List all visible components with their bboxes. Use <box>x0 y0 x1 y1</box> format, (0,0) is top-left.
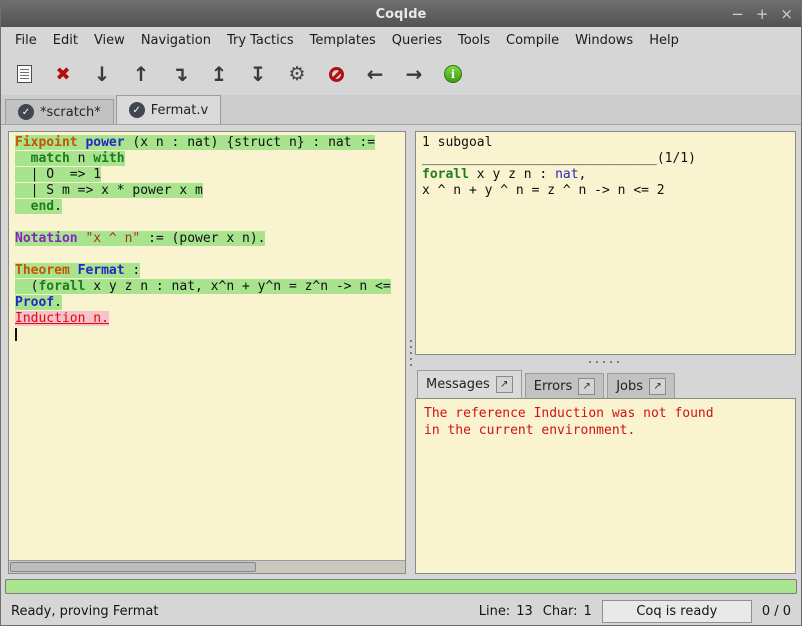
status-message: Ready, proving Fermat <box>11 604 469 619</box>
tab-messages-label: Messages <box>426 377 490 392</box>
coqide-window: CoqIde − + × File Edit View Navigation T… <box>0 0 802 626</box>
document-tab-bar: ✓ *scratch* ✓ Fermat.v <box>1 95 801 125</box>
menu-view[interactable]: View <box>86 30 133 51</box>
menu-compile[interactable]: Compile <box>498 30 567 51</box>
progress-bar <box>5 579 797 594</box>
tab-jobs[interactable]: Jobs ↗ <box>607 373 675 398</box>
detach-icon[interactable]: ↗ <box>649 378 666 395</box>
coq-status: Coq is ready <box>602 600 752 623</box>
close-document-button[interactable]: ✖ <box>48 58 78 90</box>
scrollbar-thumb[interactable] <box>10 562 256 572</box>
menu-file[interactable]: File <box>7 30 45 51</box>
tab-scratch[interactable]: ✓ *scratch* <box>5 99 114 124</box>
new-document-icon <box>17 65 32 83</box>
title-bar[interactable]: CoqIde − + × <box>1 1 801 27</box>
goals-view: 1 subgoal______________________________(… <box>415 131 796 355</box>
interrupt-button[interactable] <box>321 58 351 90</box>
about-button[interactable]: i <box>438 58 468 90</box>
menu-queries[interactable]: Queries <box>384 30 450 51</box>
minimize-button[interactable]: − <box>731 7 744 22</box>
stop-icon <box>329 67 344 82</box>
line-value: 13 <box>516 604 533 619</box>
toolbar: ✖ ↓ ↑ ↴ ↥ ↧ ⚙ ← → i <box>1 53 801 95</box>
console-tab-bar: Messages ↗ Errors ↗ Jobs ↗ <box>415 368 796 398</box>
menu-tools[interactable]: Tools <box>450 30 498 51</box>
vertical-splitter[interactable] <box>406 131 415 574</box>
arrow-to-bottom-icon: ↧ <box>250 62 267 86</box>
arrow-to-cursor-icon: ↴ <box>172 62 189 86</box>
forward-step-button[interactable]: ↓ <box>87 58 117 90</box>
window-title: CoqIde <box>1 7 801 22</box>
menu-try-tactics[interactable]: Try Tactics <box>219 30 302 51</box>
go-to-cursor-button[interactable]: ↴ <box>165 58 195 90</box>
horizontal-scrollbar[interactable] <box>9 560 405 573</box>
menu-templates[interactable]: Templates <box>302 30 384 51</box>
tab-errors[interactable]: Errors ↗ <box>525 373 604 398</box>
window-controls: − + × <box>731 1 793 27</box>
detach-icon[interactable]: ↗ <box>578 378 595 395</box>
check-icon: ✓ <box>18 104 34 120</box>
next-occurrence-button[interactable]: → <box>399 58 429 90</box>
line-label: Line: <box>479 604 510 619</box>
messages-view: The reference Induction was not foundin … <box>415 398 796 574</box>
go-to-start-button[interactable]: ↥ <box>204 58 234 90</box>
arrow-right-icon: → <box>406 62 423 86</box>
menu-edit[interactable]: Edit <box>45 30 86 51</box>
tab-fermat-label: Fermat.v <box>151 103 208 118</box>
run-to-end-button[interactable]: ↧ <box>243 58 273 90</box>
main-split: Fixpoint power (x n : nat) {struct n} : … <box>1 125 801 576</box>
script-editor[interactable]: Fixpoint power (x n : nat) {struct n} : … <box>9 132 405 560</box>
fully-check-button[interactable]: ⚙ <box>282 58 312 90</box>
arrow-up-icon: ↑ <box>133 62 150 86</box>
check-icon: ✓ <box>129 102 145 118</box>
maximize-button[interactable]: + <box>756 7 769 22</box>
arrow-left-icon: ← <box>367 62 384 86</box>
script-editor-pane: Fixpoint power (x n : nat) {struct n} : … <box>8 131 406 574</box>
previous-occurrence-button[interactable]: ← <box>360 58 390 90</box>
tab-messages[interactable]: Messages ↗ <box>417 370 522 398</box>
tab-jobs-label: Jobs <box>616 379 643 394</box>
jobs-counter: 0 / 0 <box>762 604 791 619</box>
new-document-button[interactable] <box>9 58 39 90</box>
info-icon: i <box>444 65 462 83</box>
tab-errors-label: Errors <box>534 379 572 394</box>
close-button[interactable]: × <box>780 7 793 22</box>
arrow-down-icon: ↓ <box>94 62 111 86</box>
char-value: 1 <box>584 604 592 619</box>
horizontal-splitter[interactable] <box>415 355 796 368</box>
menu-help[interactable]: Help <box>641 30 687 51</box>
close-document-icon: ✖ <box>55 64 70 85</box>
status-bar: Ready, proving Fermat Line: 13 Char: 1 C… <box>1 597 801 625</box>
backward-step-button[interactable]: ↑ <box>126 58 156 90</box>
tab-fermat[interactable]: ✓ Fermat.v <box>116 95 221 124</box>
menu-navigation[interactable]: Navigation <box>133 30 219 51</box>
menu-windows[interactable]: Windows <box>567 30 641 51</box>
gear-icon: ⚙ <box>288 63 305 85</box>
right-column: 1 subgoal______________________________(… <box>415 131 796 574</box>
menu-bar: File Edit View Navigation Try Tactics Te… <box>1 27 801 53</box>
detach-icon[interactable]: ↗ <box>496 376 513 393</box>
char-label: Char: <box>543 604 578 619</box>
arrow-to-top-icon: ↥ <box>211 62 228 86</box>
tab-scratch-label: *scratch* <box>40 105 101 120</box>
